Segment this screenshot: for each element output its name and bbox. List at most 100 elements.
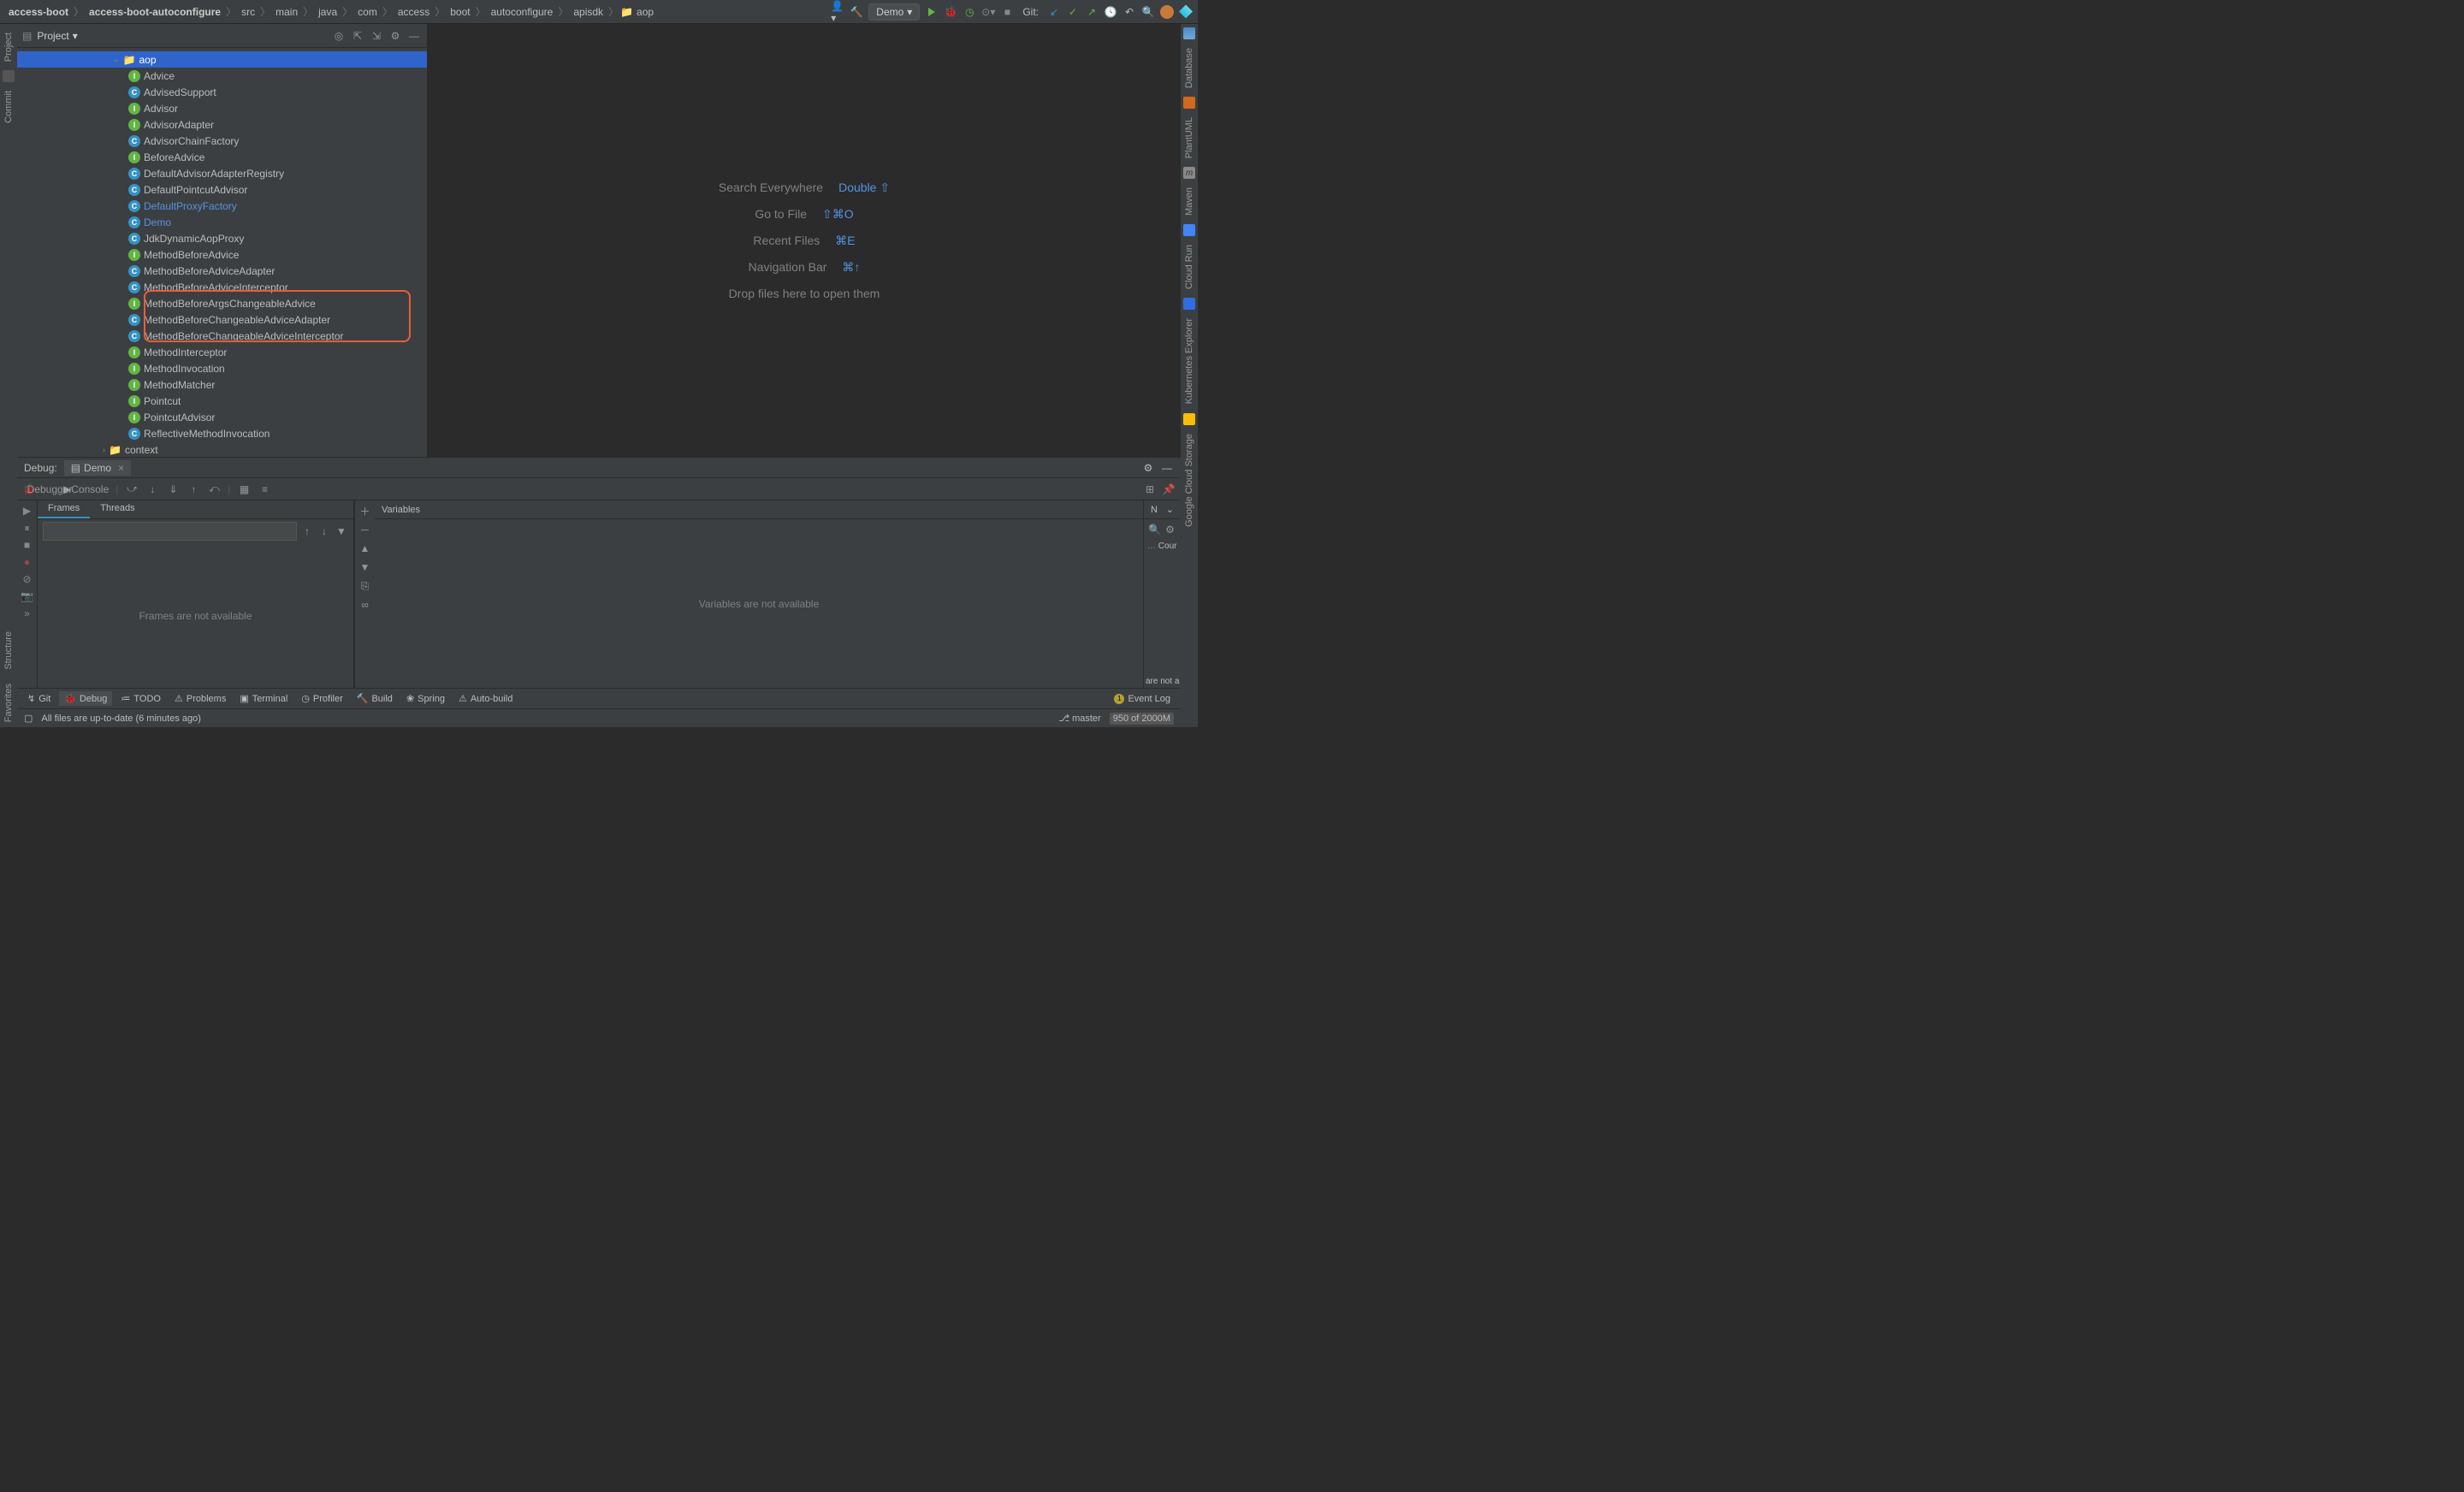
rerun-icon[interactable]: ▶ xyxy=(21,504,34,518)
tree-item-DefaultPointcutAdvisor[interactable]: CDefaultPointcutAdvisor xyxy=(17,181,427,198)
tree-item-MethodBeforeAdvice[interactable]: IMethodBeforeAdvice xyxy=(17,246,427,263)
crumb-apisdk[interactable]: apisdk xyxy=(570,6,607,18)
drop-frame-icon[interactable]: ⤺ xyxy=(207,483,221,496)
tree-folder-aop[interactable]: ⌄ 📁 aop xyxy=(17,51,427,68)
debug-settings-icon[interactable]: ⚙ xyxy=(1141,461,1155,475)
frame-down-icon[interactable]: ↓ xyxy=(317,524,331,538)
select-opened-icon[interactable]: ◎ xyxy=(331,28,346,44)
run-config-selector[interactable]: Demo ▾ xyxy=(868,3,920,21)
btool-problems[interactable]: ⚠ Problems xyxy=(169,691,231,706)
copy-watch-icon[interactable]: ⎘ xyxy=(358,579,372,593)
crumb-autoconf[interactable]: autoconfigure xyxy=(488,6,557,18)
hide-icon[interactable]: — xyxy=(406,28,422,44)
console-tab[interactable]: ▶ Console xyxy=(63,483,109,496)
git-branch[interactable]: ⎇ master xyxy=(1058,713,1100,724)
gutter-database[interactable]: Database xyxy=(1184,43,1194,93)
add-watch-icon[interactable]: ＋ xyxy=(358,504,372,518)
crumb-access[interactable]: access xyxy=(394,6,433,18)
pause-icon[interactable]: ⏸ xyxy=(21,521,34,535)
gear-small-icon[interactable]: ⚙ xyxy=(1164,523,1177,536)
camera-icon[interactable]: 📷 xyxy=(21,589,34,603)
gutter-favorites[interactable]: Favorites xyxy=(3,678,14,727)
tree-item-JdkDynamicAopProxy[interactable]: CJdkDynamicAopProxy xyxy=(17,230,427,246)
rollback-icon[interactable]: ↶ xyxy=(1122,5,1136,19)
btool-autobuild[interactable]: ⚠ Auto-build xyxy=(453,691,518,706)
git-pull-icon[interactable]: ↙ xyxy=(1047,5,1061,19)
run-button[interactable] xyxy=(925,5,939,19)
btool-todo[interactable]: ≔ TODO xyxy=(116,691,166,706)
btool-debug[interactable]: 🐞 Debug xyxy=(59,691,112,706)
tree-item-DefaultAdvisorAdapterRegistry[interactable]: CDefaultAdvisorAdapterRegistry xyxy=(17,165,427,181)
crumb-java[interactable]: java xyxy=(315,6,341,18)
gutter-project[interactable]: Project xyxy=(3,27,14,67)
step-into-icon[interactable]: ↓ xyxy=(145,483,159,496)
tree-item-MethodBeforeArgsChangeableAdvice[interactable]: IMethodBeforeArgsChangeableAdvice xyxy=(17,295,427,311)
gutter-plantuml-icon[interactable] xyxy=(1183,97,1195,109)
force-step-into-icon[interactable]: ⇓ xyxy=(166,483,180,496)
close-icon[interactable]: × xyxy=(118,462,124,474)
tree-item-AdvisedSupport[interactable]: CAdvisedSupport xyxy=(17,84,427,100)
tree-item-MethodBeforeChangeableAdviceAdapter[interactable]: CMethodBeforeChangeableAdviceAdapter xyxy=(17,311,427,328)
layout-icon[interactable]: ⊞ xyxy=(1143,483,1157,496)
pin-icon[interactable]: 📌 xyxy=(1162,483,1176,496)
crumb-module[interactable]: access-boot-autoconfigure xyxy=(86,6,224,18)
crumb-boot[interactable]: boot xyxy=(447,6,473,18)
tree-item-Demo[interactable]: CDemo xyxy=(17,214,427,230)
stop-debug-icon[interactable]: ■ xyxy=(21,538,34,552)
step-over-icon[interactable]: ⤻ xyxy=(125,483,139,496)
user-icon[interactable]: 👤▾ xyxy=(831,5,844,19)
gutter-commit[interactable]: Commit xyxy=(3,86,14,128)
crumb-src[interactable]: src xyxy=(238,6,258,18)
crumb-root[interactable]: access-boot xyxy=(5,6,72,18)
link-icon[interactable]: ∞ xyxy=(358,598,372,612)
btool-spring[interactable]: ❀ Spring xyxy=(401,691,450,706)
tree-item-MethodBeforeAdviceAdapter[interactable]: CMethodBeforeAdviceAdapter xyxy=(17,263,427,279)
services-icon[interactable] xyxy=(1179,5,1193,19)
btool-git[interactable]: ↯ Git xyxy=(22,691,56,706)
watch-down-icon[interactable]: ▼ xyxy=(358,560,372,574)
tree-item-ReflectiveMethodInvocation[interactable]: CReflectiveMethodInvocation xyxy=(17,425,427,441)
project-tree[interactable]: ⌄ 📁 aop IAdviceCAdvisedSupportIAdvisorIA… xyxy=(17,48,427,457)
step-out-icon[interactable]: ↑ xyxy=(187,483,200,496)
gutter-maven[interactable]: Maven xyxy=(1184,182,1194,221)
gutter-structure[interactable]: Structure xyxy=(3,626,14,675)
tree-item-MethodBeforeAdviceInterceptor[interactable]: CMethodBeforeAdviceInterceptor xyxy=(17,279,427,295)
evaluate-icon[interactable]: ▦ xyxy=(238,483,252,496)
gutter-cloudrun[interactable]: Cloud Run xyxy=(1184,240,1194,294)
more-icon[interactable]: » xyxy=(21,607,34,620)
debug-tab-demo[interactable]: ▤Demo× xyxy=(64,460,131,476)
gutter-k8s-icon[interactable] xyxy=(1183,298,1195,310)
memory-indicator[interactable]: 950 of 2000M xyxy=(1110,713,1174,725)
threads-tab[interactable]: Threads xyxy=(90,500,145,518)
gutter-database-icon[interactable] xyxy=(1183,27,1195,39)
tree-item-AdvisorChainFactory[interactable]: CAdvisorChainFactory xyxy=(17,133,427,149)
gutter-cloudrun-icon[interactable] xyxy=(1183,224,1195,236)
tree-item-Pointcut[interactable]: IPointcut xyxy=(17,393,427,409)
chevron-down-icon[interactable]: ⌄ xyxy=(1166,504,1174,515)
btool-eventlog[interactable]: 1 Event Log xyxy=(1109,692,1176,706)
search-small-icon[interactable]: 🔍 xyxy=(1148,523,1162,536)
profile-button[interactable]: ⊙▾ xyxy=(981,5,995,19)
settings-icon[interactable]: ⚙ xyxy=(388,28,403,44)
frames-filter-input[interactable] xyxy=(43,522,297,541)
tree-folder-context[interactable]: ›📁context xyxy=(17,441,427,457)
btool-terminal[interactable]: ▣ Terminal xyxy=(234,691,293,706)
btool-profiler[interactable]: ◷ Profiler xyxy=(296,691,347,706)
tree-item-MethodMatcher[interactable]: IMethodMatcher xyxy=(17,376,427,393)
frame-filter-icon[interactable]: ▼ xyxy=(335,524,348,538)
history-icon[interactable]: 🕓 xyxy=(1104,5,1117,19)
crumb-com[interactable]: com xyxy=(354,6,381,18)
debug-hide-icon[interactable]: — xyxy=(1160,461,1174,475)
gutter-changes-icon[interactable] xyxy=(3,70,15,82)
watch-up-icon[interactable]: ▲ xyxy=(358,542,372,555)
tree-item-BeforeAdvice[interactable]: IBeforeAdvice xyxy=(17,149,427,165)
coverage-button[interactable]: ◷ xyxy=(962,5,976,19)
crumb-main[interactable]: main xyxy=(272,6,301,18)
gutter-gcs[interactable]: Google Cloud Storage xyxy=(1184,429,1194,532)
crumb-aop[interactable]: aop xyxy=(633,6,657,18)
project-title[interactable]: Project ▾ xyxy=(37,30,77,42)
git-commit-icon[interactable]: ✓ xyxy=(1066,5,1080,19)
tree-item-MethodInvocation[interactable]: IMethodInvocation xyxy=(17,360,427,376)
gutter-maven-icon[interactable]: m xyxy=(1183,167,1195,179)
tree-item-AdvisorAdapter[interactable]: IAdvisorAdapter xyxy=(17,116,427,133)
